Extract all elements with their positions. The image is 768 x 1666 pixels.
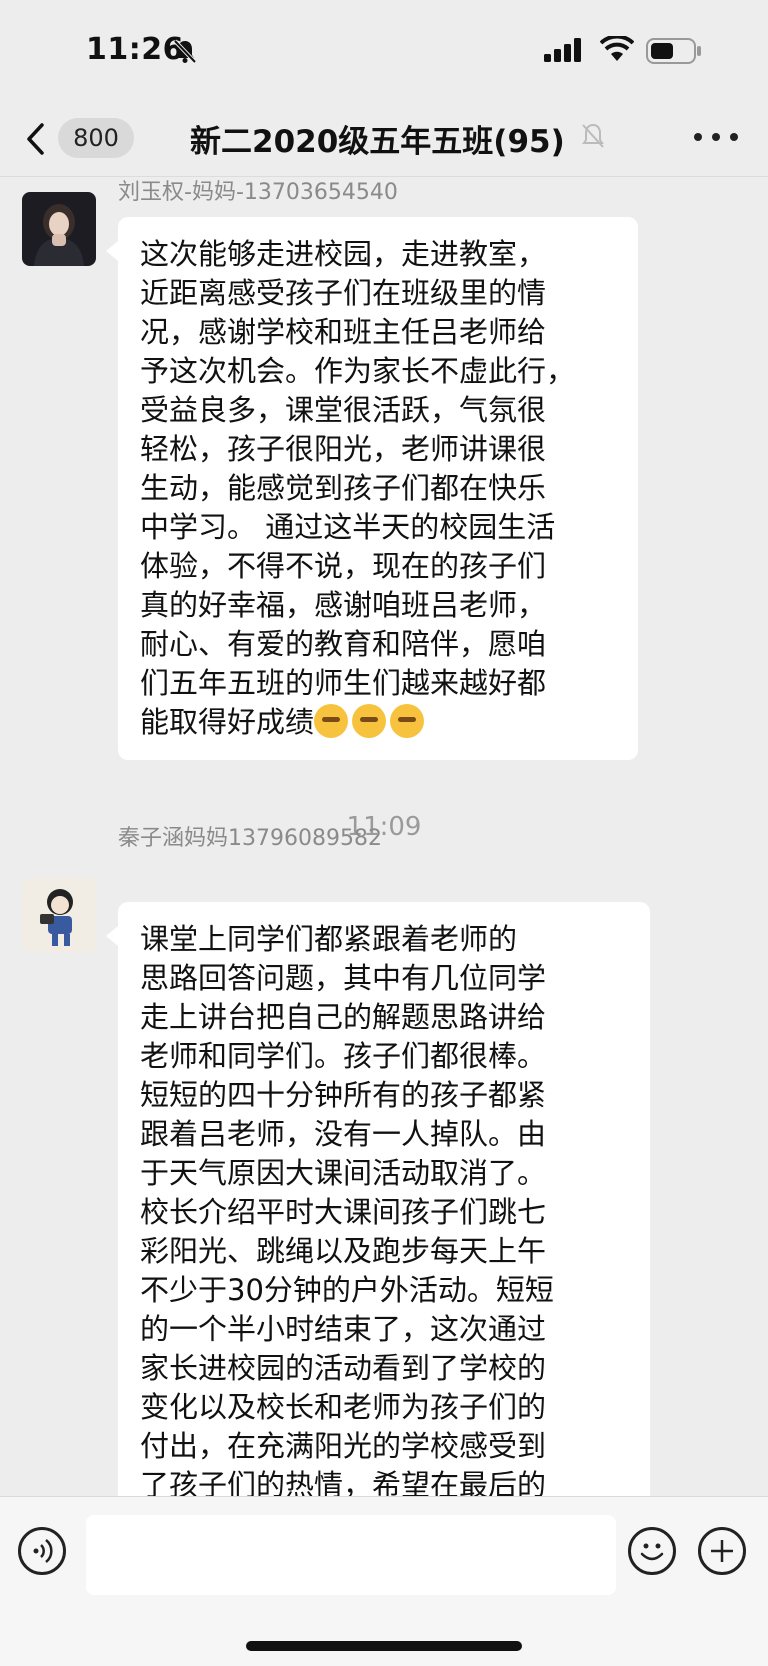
message-bubble[interactable]: 课堂上同学们都紧跟着老师的 思路回答问题，其中有几位同学 走上讲台把自己的解题思… bbox=[106, 902, 650, 1496]
chat-title: 新二2020级五年五班(95) bbox=[190, 124, 565, 160]
back-button[interactable]: 800 bbox=[24, 118, 136, 158]
bell-slash-icon bbox=[173, 39, 197, 64]
input-bar bbox=[0, 1496, 768, 1666]
sender-name: 刘玉权-妈妈-13703654540 bbox=[118, 180, 398, 205]
plus-circle-icon bbox=[711, 1540, 733, 1562]
cellular-signal-icon bbox=[544, 38, 581, 62]
chevron-left-icon bbox=[27, 123, 44, 155]
ellipsis-dot bbox=[712, 133, 720, 141]
voice-input-icon bbox=[33, 1539, 53, 1563]
more-options-button[interactable] bbox=[694, 122, 738, 152]
ellipsis-dot bbox=[730, 133, 738, 141]
shushing-face-emoji-icon bbox=[390, 704, 425, 738]
message-list[interactable]: 刘玉权-妈妈-13703654540 这次能够走进校园，走进教室， 近距离感受孩… bbox=[0, 176, 768, 1496]
shushing-face-emoji-icon bbox=[352, 704, 387, 738]
message-text: 这次能够走进校园，走进教室， 近距离感受孩子们在班级里的情 况，感谢学校和班主任… bbox=[140, 237, 576, 739]
avatar[interactable] bbox=[22, 878, 96, 952]
message-input[interactable] bbox=[86, 1515, 616, 1595]
avatar-image bbox=[22, 192, 96, 266]
avatar[interactable] bbox=[22, 192, 96, 266]
sender-name: 秦子涵妈妈13796089582 bbox=[118, 826, 382, 851]
bell-slash-icon bbox=[582, 123, 604, 148]
battery-icon bbox=[646, 38, 701, 64]
message-timestamp: 11:09 bbox=[346, 812, 422, 842]
status-time: 11:26 bbox=[86, 32, 184, 67]
more-functions-button[interactable] bbox=[698, 1527, 746, 1575]
avatar-image bbox=[22, 878, 96, 952]
status-bar: 11:26 bbox=[0, 0, 768, 100]
unread-count-badge: 800 bbox=[58, 118, 134, 158]
emoji-button[interactable] bbox=[628, 1527, 676, 1575]
shushing-face-emoji-icon bbox=[314, 704, 349, 738]
message-bubble[interactable]: 这次能够走进校园，走进教室， 近距离感受孩子们在班级里的情 况，感谢学校和班主任… bbox=[106, 217, 638, 760]
message-text: 课堂上同学们都紧跟着老师的 思路回答问题，其中有几位同学 走上讲台把自己的解题思… bbox=[140, 922, 554, 1496]
home-indicator bbox=[246, 1641, 522, 1651]
wifi-icon bbox=[600, 36, 634, 61]
chat-header: 800 新二2020级五年五班(95) bbox=[0, 100, 768, 177]
voice-input-button[interactable] bbox=[18, 1527, 66, 1575]
smiley-face-icon bbox=[640, 1543, 664, 1561]
ellipsis-icon bbox=[694, 133, 702, 141]
